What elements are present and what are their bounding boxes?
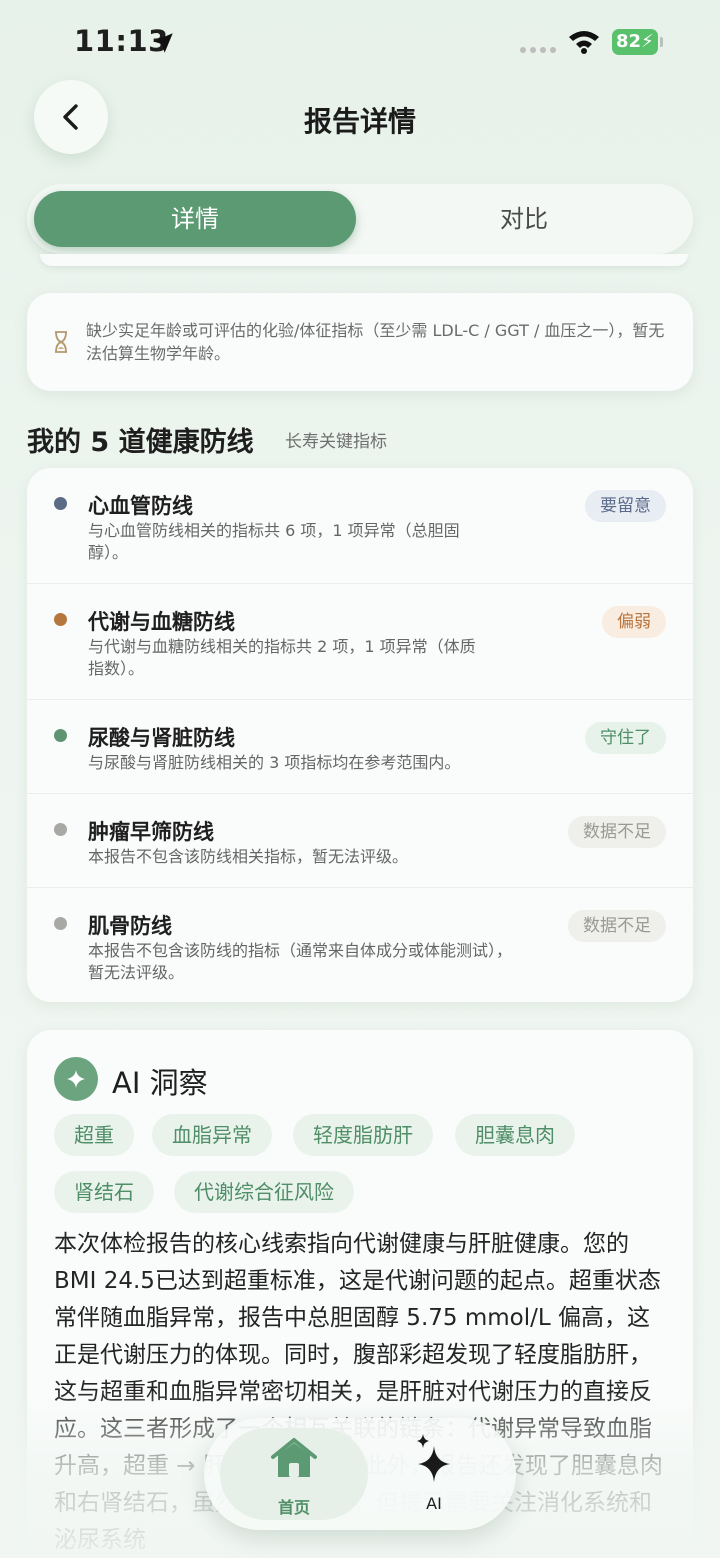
defense-title: 肌骨防线 (88, 914, 172, 938)
page-title: 报告详情 (303, 105, 416, 138)
defense-desc: 与心血管防线相关的指标共 6 项，1 项异常（总胆固醇）。 (88, 521, 460, 562)
tag-chip[interactable]: 胆囊息肉 (455, 1114, 575, 1156)
status-bar: 11:13 82⚡ (0, 0, 720, 80)
defense-title: 肿瘤早筛防线 (88, 820, 214, 844)
card-edge (40, 254, 688, 266)
cellular-signal-icon (520, 47, 556, 53)
defense-title: 心血管防线 (88, 494, 193, 518)
defense-row[interactable]: 尿酸与肾脏防线 与尿酸与肾脏防线相关的 3 项指标均在参考范围内。 守住了 (27, 700, 693, 794)
notice-text: 缺少实足年龄或可评估的化验/体征指标（至少需 LDL-C / GGT / 血压之… (86, 321, 665, 363)
defense-desc: 与尿酸与肾脏防线相关的 3 项指标均在参考范围内。 (88, 753, 461, 772)
tag-chip[interactable]: 血脂异常 (152, 1114, 272, 1156)
tag-chip[interactable]: 轻度脂肪肝 (293, 1114, 433, 1156)
battery-indicator: 82⚡ (612, 29, 663, 55)
status-dot (54, 729, 67, 742)
status-dot (54, 497, 67, 510)
ai-insight-title: AI 洞察 (112, 1066, 208, 1100)
segmented-control: 详情 对比 (27, 184, 693, 254)
defense-lines-card: 心血管防线 与心血管防线相关的指标共 6 项，1 项异常（总胆固醇）。 要留意 … (27, 468, 693, 1002)
tab-home-label: 首页 (277, 1498, 310, 1517)
bottom-tab-bar: 首页 AI (204, 1418, 516, 1530)
status-dot (54, 823, 67, 836)
status-dot (54, 917, 67, 930)
section-title: 我的 5 道健康防线 (27, 427, 254, 458)
tag-chip[interactable]: 超重 (54, 1114, 134, 1156)
defense-row[interactable]: 肿瘤早筛防线 本报告不包含该防线相关指标，暂无法评级。 数据不足 (27, 794, 693, 888)
tab-home[interactable]: 首页 (220, 1428, 368, 1520)
defense-row[interactable]: 代谢与血糖防线 与代谢与血糖防线相关的指标共 2 项，1 项异常（体质指数）。 … (27, 584, 693, 700)
status-badge: 数据不足 (568, 910, 666, 942)
status-dot (54, 613, 67, 626)
defense-desc: 与代谢与血糖防线相关的指标共 2 项，1 项异常（体质指数）。 (88, 637, 476, 678)
defense-row[interactable]: 肌骨防线 本报告不包含该防线的指标（通常来自体成分或体能测试），暂无法评级。 数… (27, 888, 693, 1002)
battery-level: 82 (616, 31, 642, 52)
bio-age-notice: 缺少实足年龄或可评估的化验/体征指标（至少需 LDL-C / GGT / 血压之… (27, 293, 693, 391)
status-badge: 要留意 (585, 490, 666, 522)
hourglass-icon (55, 331, 67, 353)
defense-desc: 本报告不包含该防线相关指标，暂无法评级。 (88, 847, 409, 866)
tab-details[interactable]: 详情 (34, 191, 356, 247)
tab-compare[interactable]: 对比 (363, 191, 685, 247)
location-arrow-icon (153, 33, 173, 53)
status-badge: 偏弱 (602, 606, 666, 638)
status-badge: 数据不足 (568, 816, 666, 848)
sparkle-icon (54, 1057, 98, 1101)
tab-ai-label[interactable]: AI (394, 1494, 474, 1513)
status-badge: 守住了 (585, 722, 666, 754)
tag-chip[interactable]: 肾结石 (54, 1171, 154, 1213)
charging-bolt-icon: ⚡ (641, 31, 654, 52)
defense-title: 尿酸与肾脏防线 (88, 726, 235, 750)
tag-chip[interactable]: 代谢综合征风险 (174, 1171, 354, 1213)
section-subtitle: 长寿关键指标 (285, 432, 387, 452)
defense-row[interactable]: 心血管防线 与心血管防线相关的指标共 6 项，1 项异常（总胆固醇）。 要留意 (27, 468, 693, 584)
defense-desc: 本报告不包含该防线的指标（通常来自体成分或体能测试），暂无法评级。 (88, 941, 513, 982)
home-icon (271, 1438, 317, 1477)
wifi-icon (569, 31, 599, 54)
sparkles-icon[interactable] (414, 1434, 454, 1484)
defense-title: 代谢与血糖防线 (88, 610, 235, 634)
